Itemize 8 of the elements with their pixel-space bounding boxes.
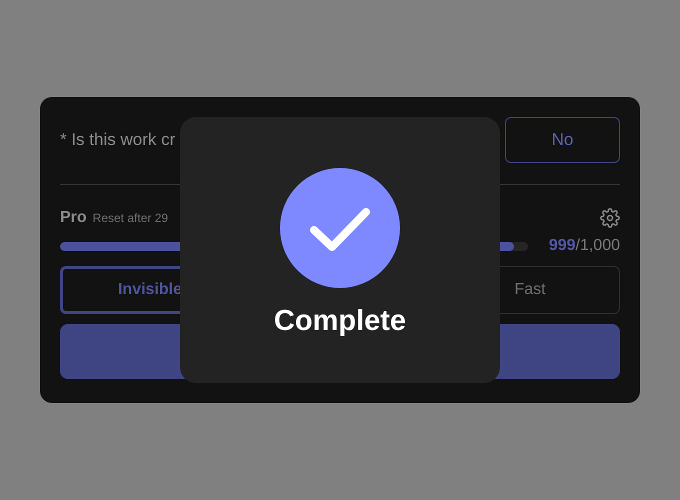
reset-note: Reset after 29 xyxy=(92,211,168,225)
check-icon xyxy=(280,168,400,288)
plan-name: Pro xyxy=(60,209,87,227)
no-button[interactable]: No xyxy=(505,117,620,163)
question-text: * Is this work cr xyxy=(60,130,176,150)
settings-icon[interactable] xyxy=(600,208,620,228)
usage-count: 999/1,000 xyxy=(548,237,620,255)
dialog-title: Complete xyxy=(274,305,406,338)
